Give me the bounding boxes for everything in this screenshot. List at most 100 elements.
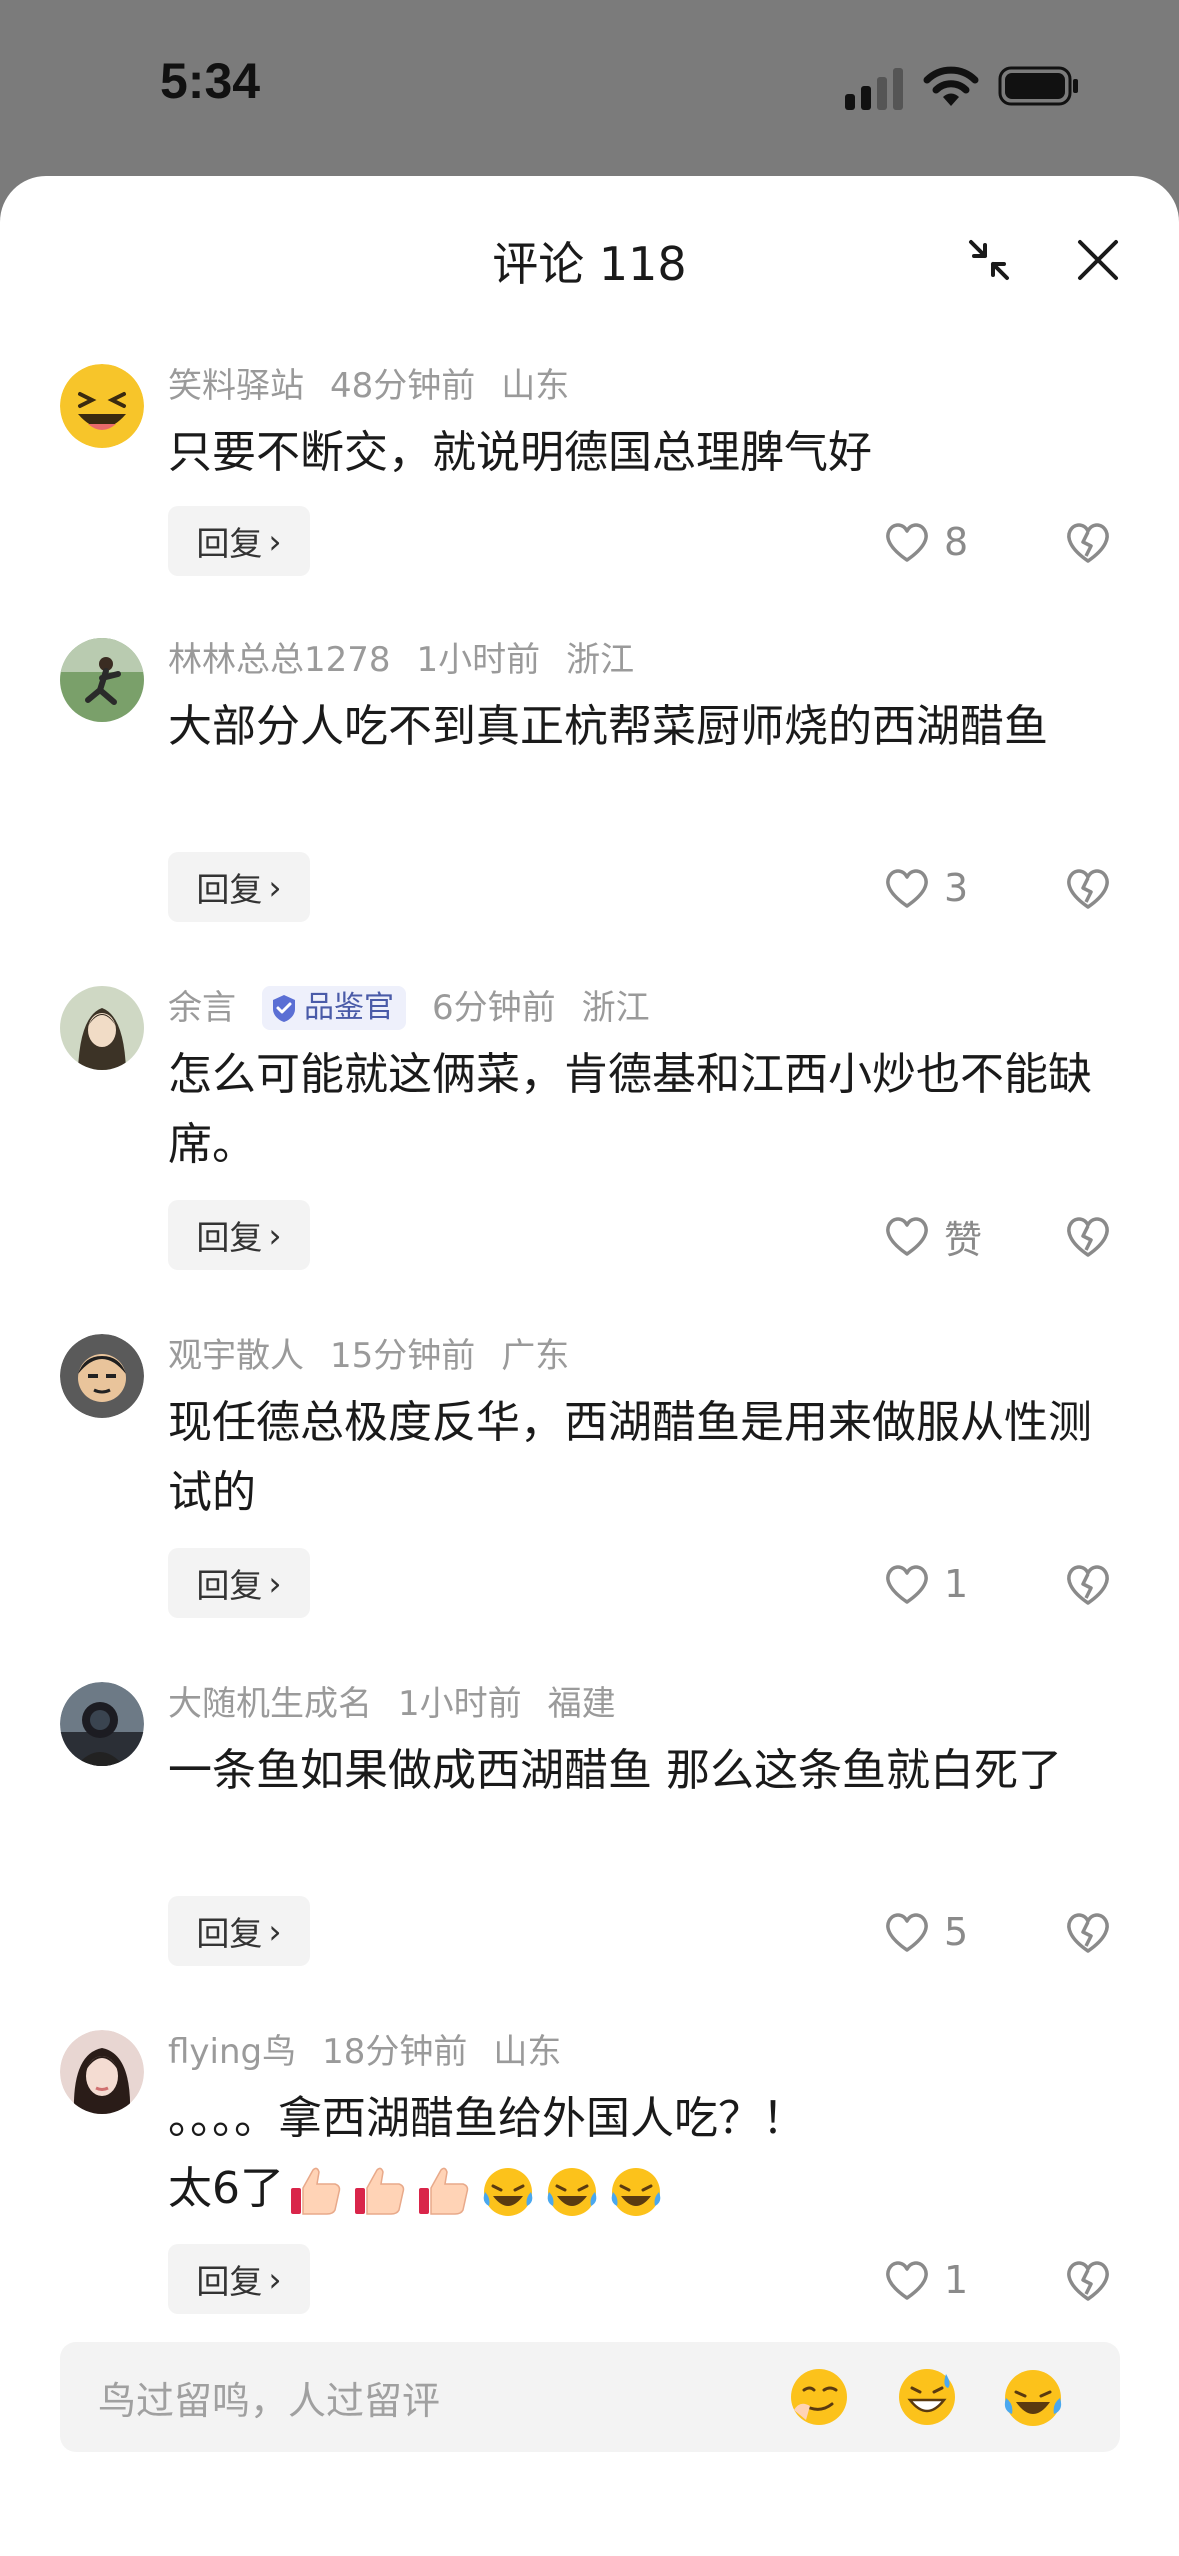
location: 浙江 (566, 640, 635, 680)
chevron-right-icon: › (268, 1911, 282, 1951)
like-button[interactable]: 5 (884, 1902, 994, 1962)
avatar[interactable] (60, 1682, 144, 1766)
avatar[interactable] (60, 986, 144, 1070)
username[interactable]: flying鸟 (168, 2030, 296, 2074)
like-button[interactable]: 8 (884, 512, 994, 572)
reply-label: 回复 (196, 524, 263, 563)
verified-badge: 品鉴官 (262, 986, 406, 1030)
laughing-tears-emoji-icon (483, 2168, 533, 2216)
reply-label: 回复 (196, 1914, 263, 1953)
avatar[interactable] (60, 2030, 144, 2114)
username[interactable]: 林林总总1278 (168, 638, 391, 682)
comment-input-placeholder: 鸟过留鸣，人过留评 (98, 2379, 441, 2423)
comment-meta: flying鸟 18分钟前 山东 (168, 2030, 587, 2074)
username[interactable]: 观宇散人 (168, 1334, 304, 1378)
avatar[interactable] (60, 364, 144, 448)
chevron-right-icon: › (268, 1563, 282, 1603)
dislike-broken-heart-icon[interactable] (1064, 864, 1112, 912)
like-button[interactable]: 1 (884, 1554, 994, 1614)
comment-text: 只要不断交，就说明德国总理脾气好 (168, 427, 872, 478)
reply-button[interactable]: 回复 › (168, 1896, 310, 1966)
thumbs-up-emoji-icon (291, 2167, 341, 2215)
comment-meta: 林林总总1278 1小时前 浙江 (168, 638, 660, 682)
heart-icon (886, 1217, 928, 1256)
comment-text: 现任德总极度反华，西湖醋鱼是用来做服从性测试的 (168, 1397, 1092, 1518)
grin-sweat-emoji-icon[interactable] (894, 2364, 960, 2430)
chevron-right-icon: › (268, 1215, 282, 1255)
chevron-right-icon: › (268, 867, 282, 907)
battery-icon (998, 66, 1078, 106)
timestamp: 6分钟前 (432, 988, 556, 1028)
reply-label: 回复 (196, 2262, 263, 2301)
username[interactable]: 余言 (168, 986, 236, 1030)
reply-button[interactable]: 回复 › (168, 2244, 310, 2314)
wifi-icon (923, 66, 979, 106)
like-button[interactable]: 赞 (884, 1206, 994, 1266)
comment-text: 怎么可能就这俩菜，肯德基和江西小炒也不能缺席。 (168, 1049, 1092, 1170)
like-count: 8 (944, 520, 969, 564)
comment-text: 。。。。拿西湖醋鱼给外国人吃？！ 太6了 (168, 2084, 1108, 2224)
username[interactable]: 笑料驿站 (168, 364, 304, 408)
close-icon[interactable] (1074, 236, 1122, 284)
timestamp: 1小时前 (416, 640, 541, 680)
heart-icon (886, 2261, 928, 2300)
comment-text-line: 太6了 (168, 2154, 1108, 2224)
comment-item: 观宇散人 15分钟前 广东 现任德总极度反华，西湖醋鱼是用来做服从性测试的 回复… (0, 1334, 1179, 1664)
timestamp: 18分钟前 (322, 2032, 468, 2072)
comment-text: 一条鱼如果做成西湖醋鱼 那么这条鱼就白死了 (168, 1745, 1062, 1796)
like-button[interactable]: 3 (884, 858, 994, 918)
cellular-signal-icon (845, 68, 903, 110)
heart-icon (886, 523, 928, 562)
location: 广东 (501, 1336, 570, 1376)
heart-icon (886, 1913, 928, 1952)
dislike-broken-heart-icon[interactable] (1064, 1560, 1112, 1608)
comment-item: flying鸟 18分钟前 山东 。。。。拿西湖醋鱼给外国人吃？！ 太6了 回复… (0, 2030, 1179, 2330)
avatar[interactable] (60, 1334, 144, 1418)
location: 浙江 (581, 988, 650, 1028)
dislike-broken-heart-icon[interactable] (1064, 2256, 1112, 2304)
reply-label: 回复 (196, 1566, 263, 1605)
status-time: 5:34 (160, 53, 261, 109)
like-button[interactable]: 1 (884, 2250, 994, 2310)
location: 福建 (547, 1684, 616, 1724)
dislike-broken-heart-icon[interactable] (1064, 518, 1112, 566)
heart-icon (886, 1565, 928, 1604)
laughing-tears-emoji-icon (547, 2168, 597, 2216)
avatar[interactable] (60, 638, 144, 722)
comment-text-line: 。。。。拿西湖醋鱼给外国人吃？！ (168, 2093, 806, 2144)
smirk-emoji-icon[interactable] (786, 2364, 852, 2430)
thumbs-up-emoji-icon (419, 2167, 469, 2215)
comments-sheet: 评论 118 笑料驿站 48分钟前 山东 只要不断交，就说明德国总理脾气好 回复… (0, 176, 1179, 2556)
comment-text-fragment: 太6了 (168, 2163, 284, 2214)
comment-item: 大随机生成名 1小时前 福建 一条鱼如果做成西湖醋鱼 那么这条鱼就白死了 回复 ›… (0, 1682, 1179, 2012)
verified-check-icon (273, 995, 295, 1022)
reply-button[interactable]: 回复 › (168, 1548, 310, 1618)
reply-button[interactable]: 回复 › (168, 1200, 310, 1270)
comment-meta: 余言 品鉴官 6分钟前 浙江 (168, 986, 676, 1030)
like-count: 3 (944, 866, 969, 910)
username[interactable]: 大随机生成名 (168, 1682, 372, 1726)
status-bar: 5:34 (0, 0, 1179, 176)
comment-item: 余言 品鉴官 6分钟前 浙江 怎么可能就这俩菜，肯德基和江西小炒也不能缺席。 回… (0, 986, 1179, 1316)
location: 山东 (493, 2032, 562, 2072)
like-count: 赞 (944, 1217, 983, 1262)
reply-button[interactable]: 回复 › (168, 506, 310, 576)
reply-button[interactable]: 回复 › (168, 852, 310, 922)
comment-meta: 笑料驿站 48分钟前 山东 (168, 364, 595, 408)
heart-icon (886, 869, 928, 908)
collapse-icon[interactable] (965, 236, 1013, 284)
comment-meta: 大随机生成名 1小时前 福建 (168, 1682, 642, 1726)
badge-label: 品鉴官 (304, 990, 394, 1025)
timestamp: 1小时前 (398, 1684, 522, 1724)
timestamp: 15分钟前 (330, 1336, 476, 1376)
dislike-broken-heart-icon[interactable] (1064, 1212, 1112, 1260)
like-count: 5 (944, 1910, 969, 1954)
comment-item: 笑料驿站 48分钟前 山东 只要不断交，就说明德国总理脾气好 回复 › 8 (0, 364, 1179, 664)
comment-meta: 观宇散人 15分钟前 广东 (168, 1334, 595, 1378)
dislike-broken-heart-icon[interactable] (1064, 1908, 1112, 1956)
comment-text: 大部分人吃不到真正杭帮菜厨师烧的西湖醋鱼 (168, 701, 1048, 752)
like-count: 1 (944, 2258, 969, 2302)
chevron-right-icon: › (268, 521, 282, 561)
comment-input[interactable]: 鸟过留鸣，人过留评 (60, 2342, 1120, 2452)
laughing-tears-emoji-icon[interactable] (1000, 2364, 1066, 2430)
